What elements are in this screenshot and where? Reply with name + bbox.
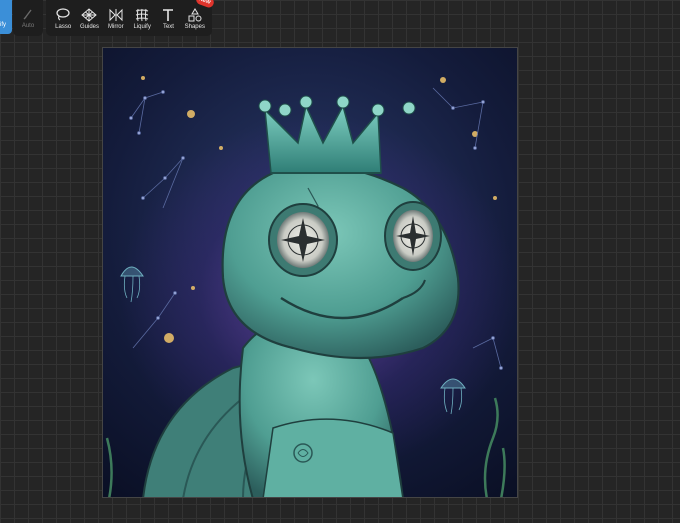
- brush-icon: [23, 9, 32, 20]
- mirror-icon: [109, 8, 123, 22]
- lasso-tool-label: Lasso: [55, 24, 72, 30]
- shapes-tool-button[interactable]: NEW Shapes: [182, 0, 216, 30]
- guides-tool-button[interactable]: Guides: [76, 8, 102, 30]
- mirror-tool-label: Mirror: [107, 24, 124, 30]
- liquify-tool-button[interactable]: Liquify: [129, 8, 155, 30]
- mirror-tool-button[interactable]: Mirror: [103, 8, 129, 30]
- auto-tool-button[interactable]: Auto: [13, 0, 43, 36]
- auto-tool-label: Auto: [21, 23, 35, 29]
- shapes-icon: [188, 8, 202, 22]
- crown: [258, 95, 416, 174]
- turtle-chest-plate: [262, 418, 404, 497]
- right-eye: [384, 201, 442, 271]
- lasso-icon: [56, 8, 70, 21]
- shapes-tool-label: Shapes: [184, 24, 205, 30]
- lasso-tool-button[interactable]: Lasso: [50, 8, 76, 30]
- text-icon: [163, 9, 174, 21]
- guides-tool-label: Guides: [79, 24, 99, 30]
- left-eye: [268, 203, 338, 277]
- jellyfish-right: [440, 378, 466, 415]
- turtle-king-artwork: [105, 76, 506, 497]
- jellyfish-left: [120, 266, 144, 303]
- modify-tool-button[interactable]: ify: [0, 0, 12, 34]
- liquify-icon: [135, 8, 149, 22]
- liquify-tool-label: Liquify: [133, 24, 151, 30]
- text-tool-button[interactable]: Text: [155, 8, 181, 30]
- text-tool-label: Text: [162, 24, 174, 30]
- artwork-canvas[interactable]: [102, 47, 518, 498]
- guides-icon: [81, 8, 98, 22]
- modify-tool-label: ify: [0, 22, 6, 28]
- drawing-toolbar: Lasso Guides Mirror Liquify Text NEW Sha: [46, 0, 216, 36]
